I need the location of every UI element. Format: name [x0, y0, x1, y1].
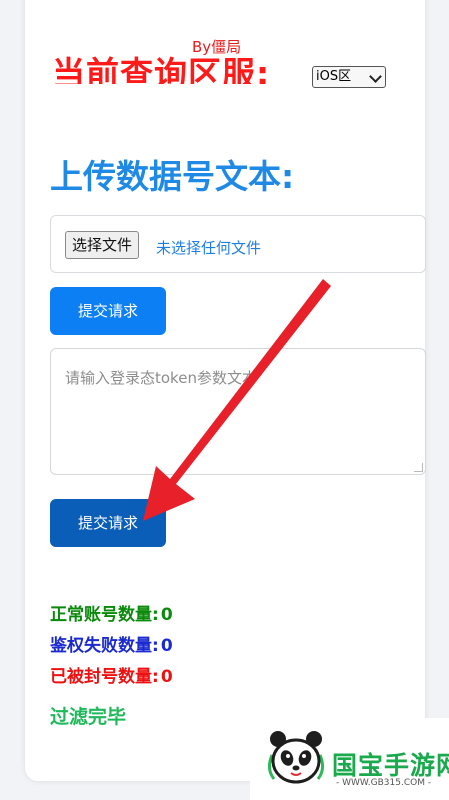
red-arrow-icon [143, 279, 331, 521]
watermark-url: - WWW.GB315.COM - [336, 778, 432, 788]
watermark-name: 国宝手游网 [332, 751, 449, 780]
watermark: 国宝手游网 - WWW.GB315.COM - [250, 718, 449, 800]
panda-logo-icon [267, 731, 325, 784]
